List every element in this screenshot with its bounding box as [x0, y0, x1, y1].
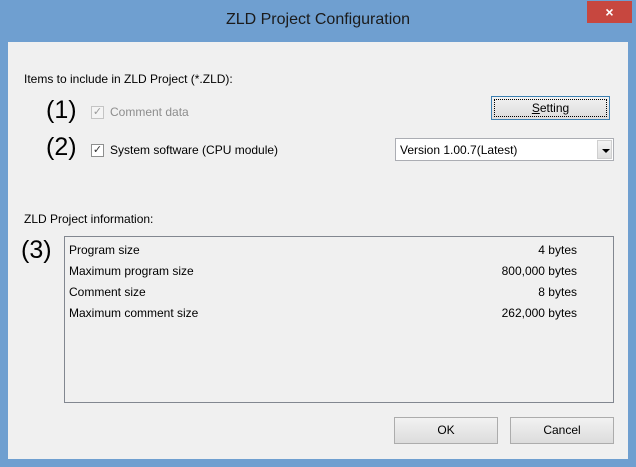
info-value: 800,000 bytes [501, 264, 577, 278]
version-select[interactable]: Version 1.00.7(Latest) [395, 138, 614, 161]
info-label: Program size [69, 243, 140, 257]
dialog-body: Items to include in ZLD Project (*.ZLD):… [8, 42, 628, 459]
callout-1: (1) [46, 96, 77, 124]
close-icon: × [605, 4, 614, 20]
chevron-down-icon[interactable] [597, 140, 612, 159]
project-info-list: Program size 4 bytes Maximum program siz… [64, 236, 614, 403]
checkmark-icon: ✓ [92, 144, 103, 156]
system-software-checkbox[interactable]: ✓ [91, 144, 104, 157]
info-value: 8 bytes [538, 285, 577, 299]
info-row: Maximum program size 800,000 bytes [69, 264, 577, 282]
comment-data-label: Comment data [110, 105, 189, 119]
info-label: Maximum program size [69, 264, 194, 278]
title-bar[interactable]: ZLD Project Configuration × [0, 0, 636, 42]
callout-3: (3) [21, 236, 52, 264]
info-row: Maximum comment size 262,000 bytes [69, 306, 577, 324]
info-label: Maximum comment size [69, 306, 199, 320]
checkmark-icon: ✓ [92, 106, 103, 118]
system-software-label: System software (CPU module) [110, 143, 279, 157]
info-value: 4 bytes [538, 243, 577, 257]
cancel-button[interactable]: Cancel [510, 417, 614, 444]
info-row: Comment size 8 bytes [69, 285, 577, 303]
dialog-window: ZLD Project Configuration × Items to inc… [0, 0, 636, 467]
setting-button-rest: etting [539, 101, 570, 115]
comment-data-checkbox[interactable]: ✓ [91, 106, 104, 119]
callout-2: (2) [46, 133, 77, 161]
version-select-value: Version 1.00.7(Latest) [400, 143, 518, 157]
close-button[interactable]: × [587, 1, 632, 23]
info-value: 262,000 bytes [501, 306, 577, 320]
setting-mnemonic: S [531, 101, 540, 115]
ok-button[interactable]: OK [394, 417, 498, 444]
info-group-label: ZLD Project information: [24, 212, 154, 226]
info-label: Comment size [69, 285, 146, 299]
info-row: Program size 4 bytes [69, 243, 577, 261]
items-group-label: Items to include in ZLD Project (*.ZLD): [24, 72, 233, 86]
setting-button[interactable]: Setting [491, 96, 610, 120]
dialog-title: ZLD Project Configuration [225, 11, 411, 28]
